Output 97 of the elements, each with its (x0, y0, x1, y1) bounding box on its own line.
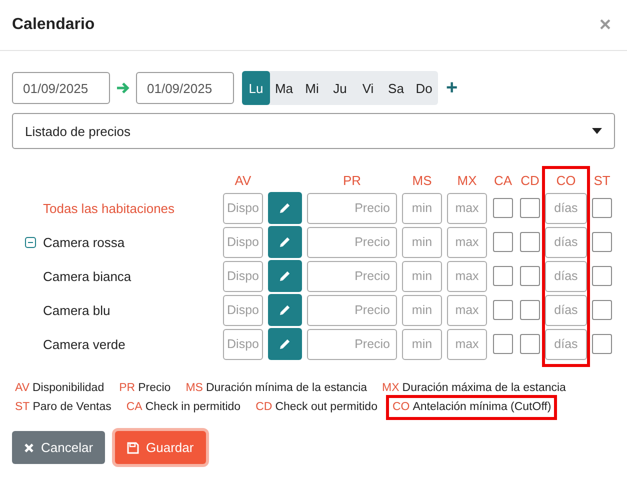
checkbox[interactable] (493, 198, 513, 218)
weekday-toggle[interactable]: Sa (382, 71, 410, 105)
input-field[interactable]: Precio (307, 294, 397, 326)
input-field[interactable]: Precio (307, 328, 397, 360)
pencil-icon (279, 270, 291, 282)
weekday-toggle[interactable]: Vi (354, 71, 382, 105)
input-field[interactable]: min (402, 226, 442, 258)
checkbox[interactable] (520, 334, 540, 354)
arrow-right-icon (116, 82, 130, 94)
input-field[interactable]: max (447, 226, 487, 258)
legend-code: CA (126, 400, 142, 415)
pencil-icon (279, 236, 291, 248)
date-field[interactable]: 01/09/2025 (136, 72, 234, 104)
column-header: CO (556, 172, 576, 188)
input-field[interactable]: días (545, 328, 587, 360)
checkbox[interactable] (493, 334, 513, 354)
column-header: MX (457, 172, 477, 188)
input-field[interactable]: min (402, 192, 442, 224)
checkbox[interactable] (493, 232, 513, 252)
input-field[interactable]: Dispo (223, 226, 263, 258)
input-field[interactable]: min (402, 260, 442, 292)
input-field[interactable]: max (447, 294, 487, 326)
column-header: PR (342, 172, 362, 188)
checkbox[interactable] (592, 300, 612, 320)
weekday-toggle[interactable]: Lu (242, 71, 270, 105)
legend-code: ST (15, 400, 30, 415)
pencil-icon (279, 338, 291, 350)
column-header: AV (234, 172, 252, 188)
select-value: Listado de precios (25, 124, 131, 138)
checkbox[interactable] (592, 266, 612, 286)
legend-text: Duración máxima de la estancia (402, 381, 566, 396)
legend-text: Duración mínima de la estancia (206, 381, 368, 396)
legend-code: CO (392, 400, 410, 415)
input-field[interactable]: Dispo (223, 294, 263, 326)
input-field[interactable]: max (447, 192, 487, 224)
checkbox[interactable] (520, 266, 540, 286)
checkbox[interactable] (592, 198, 612, 218)
input-field[interactable]: Precio (307, 192, 397, 224)
room-name: Camera rossa (43, 234, 125, 250)
pencil-icon (279, 304, 291, 316)
checkbox[interactable] (592, 334, 612, 354)
input-field[interactable]: Dispo (223, 328, 263, 360)
legend-code: MX (382, 381, 400, 396)
legend-text: Precio (138, 381, 171, 396)
weekday-toggle[interactable]: Ma (270, 71, 298, 105)
room-name: Camera bianca (43, 268, 132, 284)
input-field[interactable]: max (447, 260, 487, 292)
weekday-toggle[interactable]: Mi (298, 71, 326, 105)
edit-button[interactable] (268, 260, 302, 292)
column-header: CD (520, 172, 540, 188)
input-field[interactable]: días (545, 226, 587, 258)
input-field[interactable]: Precio (307, 226, 397, 258)
window-title: Calendario (12, 16, 95, 34)
checkbox[interactable] (520, 198, 540, 218)
room-name: Camera blu (43, 302, 110, 318)
legend-text: Disponibilidad (32, 381, 104, 396)
room-name: Todas las habitaciones (43, 200, 175, 216)
edit-button[interactable] (268, 226, 302, 258)
cancel-button[interactable]: Cancelar (12, 431, 106, 464)
add-button[interactable]: + (444, 76, 460, 100)
weekday-toggle[interactable]: Do (410, 71, 438, 105)
x-icon (24, 442, 34, 452)
checkbox[interactable] (493, 300, 513, 320)
list-select[interactable]: Listado de precios (12, 113, 615, 149)
pencil-icon (279, 202, 291, 214)
edit-button[interactable] (268, 294, 302, 326)
input-field[interactable]: max (447, 328, 487, 360)
legend-text: Check in permitido (145, 400, 241, 415)
input-field[interactable]: min (402, 328, 442, 360)
column-header: ST (594, 172, 610, 188)
legend-code: MS (186, 381, 203, 396)
room-name: Camera verde (43, 336, 126, 352)
edit-button[interactable] (268, 328, 302, 360)
legend-text: Check out permitido (275, 400, 378, 415)
column-header: CA (494, 172, 512, 188)
legend-text: Paro de Ventas (32, 400, 112, 415)
checkbox[interactable] (520, 300, 540, 320)
legend-code: AV (15, 381, 30, 396)
legend-code: CD (256, 400, 272, 415)
checkbox[interactable] (592, 232, 612, 252)
input-field[interactable]: días (545, 260, 587, 292)
input-field[interactable]: min (402, 294, 442, 326)
input-field[interactable]: días (545, 294, 587, 326)
weekday-toggle[interactable]: Ju (326, 71, 354, 105)
edit-button[interactable] (268, 192, 302, 224)
input-field[interactable]: Dispo (223, 192, 263, 224)
column-header: MS (412, 172, 432, 188)
date-field[interactable]: 01/09/2025 (12, 72, 110, 104)
checkbox[interactable] (520, 232, 540, 252)
input-field[interactable]: Precio (307, 260, 397, 292)
checkbox[interactable] (493, 266, 513, 286)
input-field[interactable]: Dispo (223, 260, 263, 292)
legend-code: PR (119, 381, 136, 396)
caret-down-icon (592, 128, 602, 134)
legend-text: Antelación mínima (CutOff) (412, 400, 552, 415)
input-field[interactable]: días (545, 192, 587, 224)
collapse-icon[interactable] (25, 236, 36, 248)
